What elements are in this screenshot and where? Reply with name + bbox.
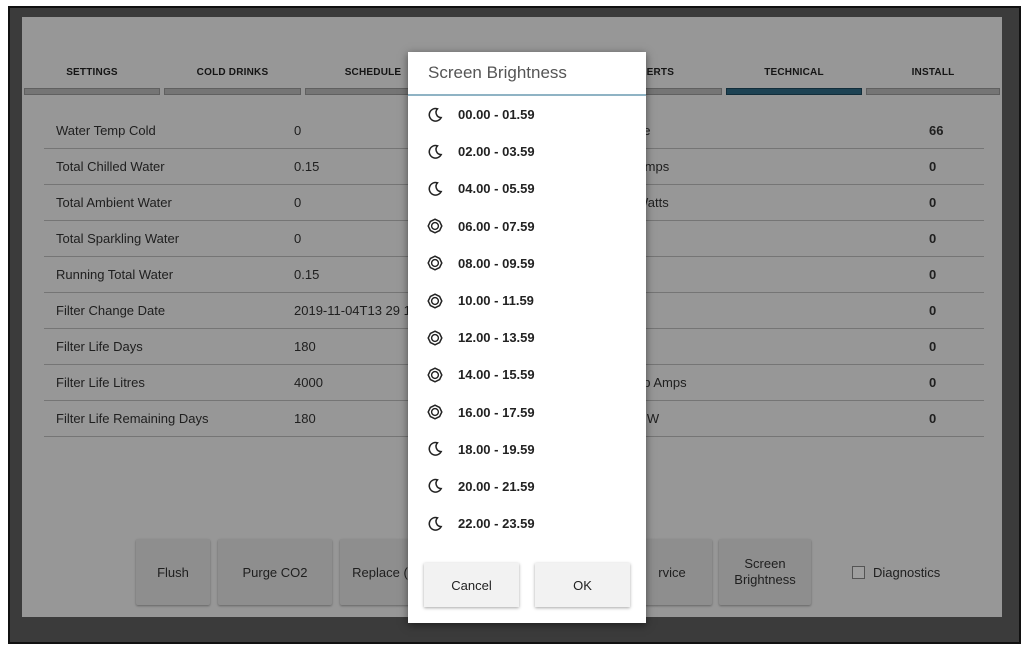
sun-icon (426, 217, 444, 235)
ok-button[interactable]: OK (535, 563, 630, 607)
brightness-option[interactable]: 00.00 - 01.59 (408, 96, 646, 133)
brightness-option[interactable]: 06.00 - 07.59 (408, 208, 646, 245)
dialog-actions: Cancel OK (424, 563, 630, 607)
brightness-option-label: 22.00 - 23.59 (458, 516, 535, 532)
device-frame: SETTINGS COLD DRINKS SCHEDULE ALERTS TEC… (8, 6, 1021, 644)
brightness-option-label: 00.00 - 01.59 (458, 107, 535, 123)
moon-icon (426, 477, 444, 495)
brightness-option[interactable]: 20.00 - 21.59 (408, 468, 646, 505)
sun-icon (426, 292, 444, 310)
brightness-option-label: 08.00 - 09.59 (458, 255, 535, 271)
brightness-option[interactable]: 12.00 - 13.59 (408, 319, 646, 356)
sun-icon (426, 366, 444, 384)
sun-icon (426, 403, 444, 421)
brightness-options-list: 00.00 - 01.59 02.00 - 03.59 04.00 - 05.59 0… (408, 96, 646, 542)
brightness-option[interactable]: 04.00 - 05.59 (408, 170, 646, 207)
brightness-option[interactable]: 16.00 - 17.59 (408, 394, 646, 431)
brightness-option-label: 06.00 - 07.59 (458, 218, 535, 234)
cancel-button[interactable]: Cancel (424, 563, 519, 607)
brightness-option[interactable]: 14.00 - 15.59 (408, 356, 646, 393)
brightness-option-label: 02.00 - 03.59 (458, 144, 535, 160)
brightness-option-label: 12.00 - 13.59 (458, 330, 535, 346)
brightness-option-label: 10.00 - 11.59 (458, 293, 534, 309)
moon-icon (426, 515, 444, 533)
sun-icon (426, 254, 444, 272)
moon-icon (426, 440, 444, 458)
brightness-option[interactable]: 22.00 - 23.59 (408, 505, 646, 542)
brightness-option[interactable]: 10.00 - 11.59 (408, 282, 646, 319)
brightness-option-label: 04.00 - 05.59 (458, 181, 535, 197)
brightness-option[interactable]: 18.00 - 19.59 (408, 431, 646, 468)
moon-icon (426, 106, 444, 124)
moon-icon (426, 143, 444, 161)
brightness-option[interactable]: 08.00 - 09.59 (408, 245, 646, 282)
brightness-option-label: 14.00 - 15.59 (458, 367, 535, 383)
brightness-option-label: 16.00 - 17.59 (458, 404, 535, 420)
brightness-option-label: 18.00 - 19.59 (458, 441, 535, 457)
screen-brightness-dialog: Screen Brightness 00.00 - 01.59 02.00 - 0… (408, 52, 646, 623)
dialog-title: Screen Brightness (408, 52, 646, 96)
moon-icon (426, 180, 444, 198)
brightness-option[interactable]: 02.00 - 03.59 (408, 133, 646, 170)
sun-icon (426, 329, 444, 347)
brightness-option-label: 20.00 - 21.59 (458, 478, 535, 494)
